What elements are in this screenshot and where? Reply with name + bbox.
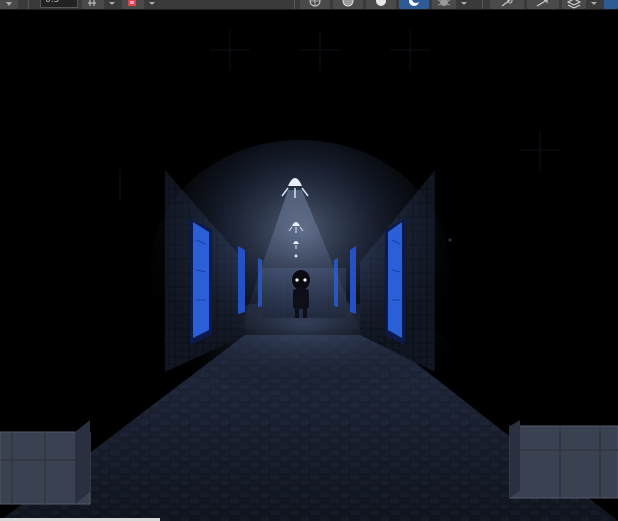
shading-wireframe-icon[interactable]: [300, 0, 330, 9]
viewport-toolbar: 0.5: [0, 0, 618, 10]
overlay-toggle-icon[interactable]: [604, 0, 618, 9]
shading-material-icon[interactable]: [366, 0, 396, 9]
crate-left: [0, 420, 91, 505]
door-left-far: [258, 258, 262, 307]
door-right-near: [385, 218, 405, 345]
toolbar-separator: [294, 0, 295, 9]
door-right-mid: [350, 246, 356, 314]
layers-icon[interactable]: [562, 0, 586, 9]
measure-icon[interactable]: [490, 0, 524, 9]
ceiling-lamp-icon: [294, 254, 298, 258]
bug-dropdown[interactable]: [458, 0, 470, 9]
snap-value-field[interactable]: 0.5: [40, 0, 78, 8]
shading-solid-icon[interactable]: [333, 0, 363, 9]
shading-rendered-icon[interactable]: [399, 0, 429, 9]
door-left-mid: [238, 246, 245, 314]
transform-icon[interactable]: [527, 0, 559, 9]
grid-snap-dropdown[interactable]: [106, 0, 118, 9]
bug-icon[interactable]: [432, 0, 456, 9]
crate-right: [509, 420, 618, 499]
door-left-near: [190, 218, 212, 345]
door-right-far: [334, 258, 338, 307]
gizmo-dropdown[interactable]: [146, 0, 158, 9]
gizmo-toggle-icon[interactable]: [122, 0, 144, 9]
scene-viewport[interactable]: [0, 10, 618, 521]
toolbar-separator: [28, 0, 29, 9]
menu-dropdown-icon[interactable]: [0, 0, 18, 9]
toolbar-separator: [482, 0, 483, 9]
layers-dropdown[interactable]: [588, 0, 600, 9]
grid-snap-icon[interactable]: [82, 0, 104, 9]
